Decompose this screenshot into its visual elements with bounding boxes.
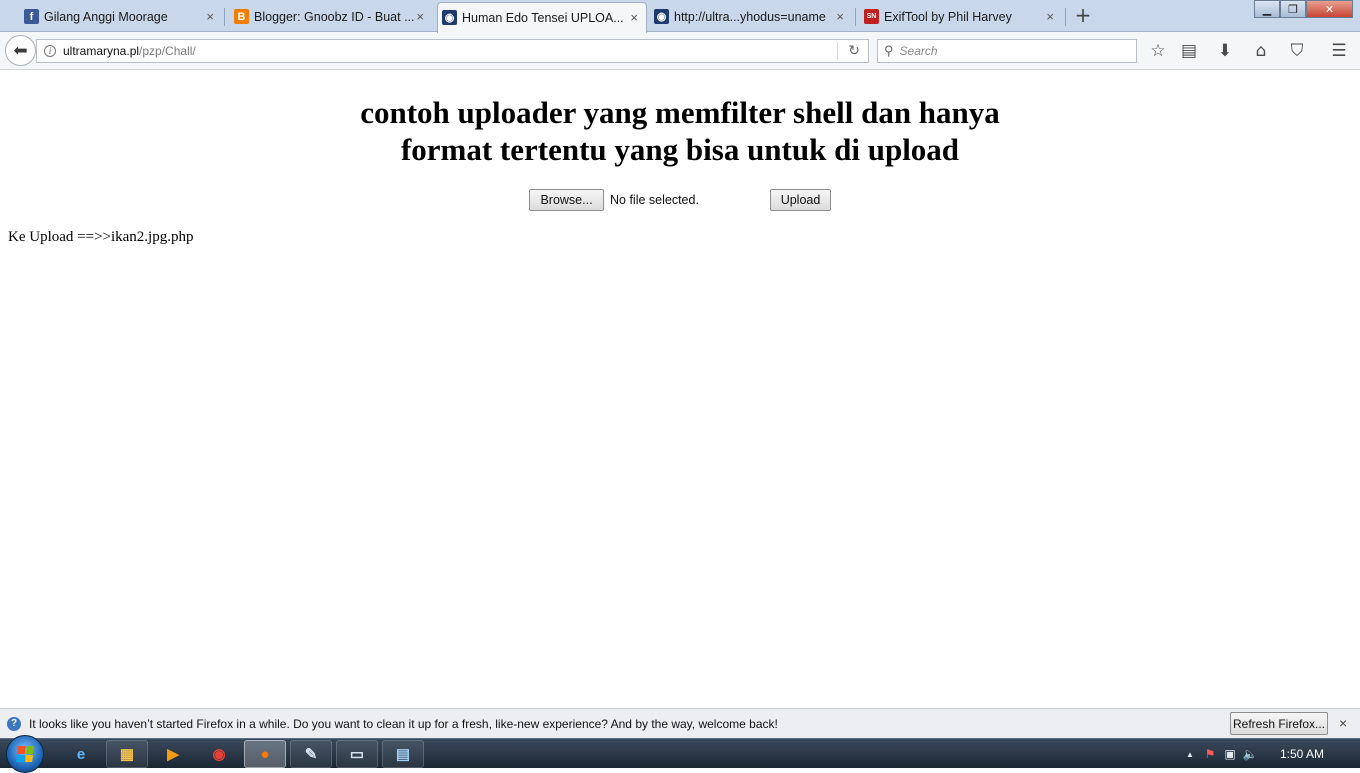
minimize-window-button[interactable]: ▁ [1254,0,1280,18]
tab-label: Human Edo Tensei UPLOA... [462,11,624,25]
tab-divider [224,8,225,26]
tab-ultramaryna-uname[interactable]: ◉ http://ultra...yhodus=uname × [650,2,852,32]
tab-label: ExifTool by Phil Harvey [884,10,1012,24]
upload-form: Browse... No file selected. Upload [529,189,831,211]
tab-label: Blogger: Gnoobz ID - Buat ... [254,10,415,24]
tab-strip: f Gilang Anggi Moorage × B Blogger: Gnoo… [0,0,1360,33]
menu-icon[interactable]: ☰ [1328,40,1350,62]
notification-message: It looks like you haven’t started Firefo… [29,716,778,731]
search-icon: ⚲ [884,43,894,58]
file-explorer-icon[interactable]: ▦ [106,740,148,768]
show-hidden-icons-icon[interactable]: ▲ [1180,750,1200,759]
site-globe-icon: ◉ [654,9,669,24]
facebook-icon: f [24,9,39,24]
browse-button[interactable]: Browse... [529,189,604,211]
close-tab-icon[interactable]: × [206,9,214,24]
close-tab-icon[interactable]: × [1046,9,1054,24]
back-button[interactable]: ⬅ [5,35,36,66]
site-globe-icon: ◉ [442,10,457,25]
page-title-line-1: contoh uploader yang memfilter shell dan… [360,95,1000,130]
exiftool-icon: SN [864,9,879,24]
upload-button[interactable]: Upload [770,189,831,211]
tab-exiftool[interactable]: SN ExifTool by Phil Harvey × [860,2,1062,32]
downloads-icon[interactable]: ⬇ [1214,40,1236,62]
site-info-icon[interactable]: i [44,45,56,57]
paint-icon[interactable]: ✎ [290,740,332,768]
network-icon[interactable]: ▣ [1220,747,1240,761]
windows-logo-icon [16,746,34,762]
blogger-icon: B [234,9,249,24]
tab-facebook[interactable]: f Gilang Anggi Moorage × [20,2,222,32]
reading-list-icon[interactable]: ▤ [1178,40,1200,62]
search-placeholder: Search [899,44,938,58]
tab-divider [855,8,856,26]
media-player-icon[interactable]: ▶ [152,740,194,768]
internet-explorer-icon[interactable]: e [60,740,102,768]
url-bar[interactable]: i ultramaryna.pl/pzp/Chall/ ↻ [36,39,869,63]
url-path: /pzp/Chall/ [139,44,196,58]
action-center-flag-icon[interactable]: ⚑ [1200,747,1220,761]
page-title: contoh uploader yang memfilter shell dan… [0,94,1360,168]
home-icon[interactable]: ⌂ [1250,40,1272,62]
help-icon: ? [7,716,21,731]
restore-window-button[interactable]: ❐ [1280,0,1306,18]
close-tab-icon[interactable]: × [836,9,844,24]
start-button[interactable] [6,735,44,773]
close-tab-icon[interactable]: × [416,9,424,24]
volume-icon[interactable]: 🔈 [1240,747,1260,761]
upload-result-text: Ke Upload ==>>ikan2.jpg.php [8,229,194,245]
close-window-button[interactable]: ✕ [1306,0,1353,18]
pocket-icon[interactable]: ⛉ [1286,40,1308,62]
tab-human-edo-tensei[interactable]: ◉ Human Edo Tensei UPLOA... × [437,2,647,33]
search-input[interactable]: ⚲ Search [877,39,1137,63]
refresh-firefox-button[interactable]: Refresh Firefox... [1230,712,1328,735]
firefox-icon[interactable]: ● [244,740,286,768]
page-title-line-2: format tertentu yang bisa untuk di uploa… [400,132,960,167]
close-icon[interactable]: × [1339,715,1347,731]
tab-blogger[interactable]: B Blogger: Gnoobz ID - Buat ... × [230,2,432,32]
taskbar: e ▦ ▶ ◉ ● ✎ ▭ ▤ ▲ ⚑ ▣ 🔈 1:50 AM [0,735,1360,773]
url-domain: ultramaryna.pl [63,44,140,58]
bookmark-star-icon[interactable]: ☆ [1147,40,1169,62]
reload-icon[interactable]: ↻ [848,42,860,59]
tab-label: http://ultra...yhodus=uname [674,10,826,24]
console-window-icon[interactable]: ▭ [336,740,378,768]
window-controls: ▁ ❐ ✕ [1254,0,1353,18]
tab-divider [1065,8,1066,26]
file-status: No file selected. [610,193,699,207]
clock[interactable]: 1:50 AM [1280,747,1324,761]
system-tray: ▲ ⚑ ▣ 🔈 1:50 AM [1180,739,1324,769]
tab-label: Gilang Anggi Moorage [44,10,168,24]
navigation-toolbar: ⬅ i ultramaryna.pl/pzp/Chall/ ↻ ⚲ Search… [0,32,1360,70]
close-tab-icon[interactable]: × [630,10,638,25]
url-divider [837,42,838,60]
notification-bar: ? It looks like you haven’t started Fire… [0,708,1360,738]
new-tab-button[interactable]: + [1072,4,1094,26]
page-content: contoh uploader yang memfilter shell dan… [0,71,1360,708]
chrome-icon[interactable]: ◉ [198,740,240,768]
notepad-icon[interactable]: ▤ [382,740,424,768]
